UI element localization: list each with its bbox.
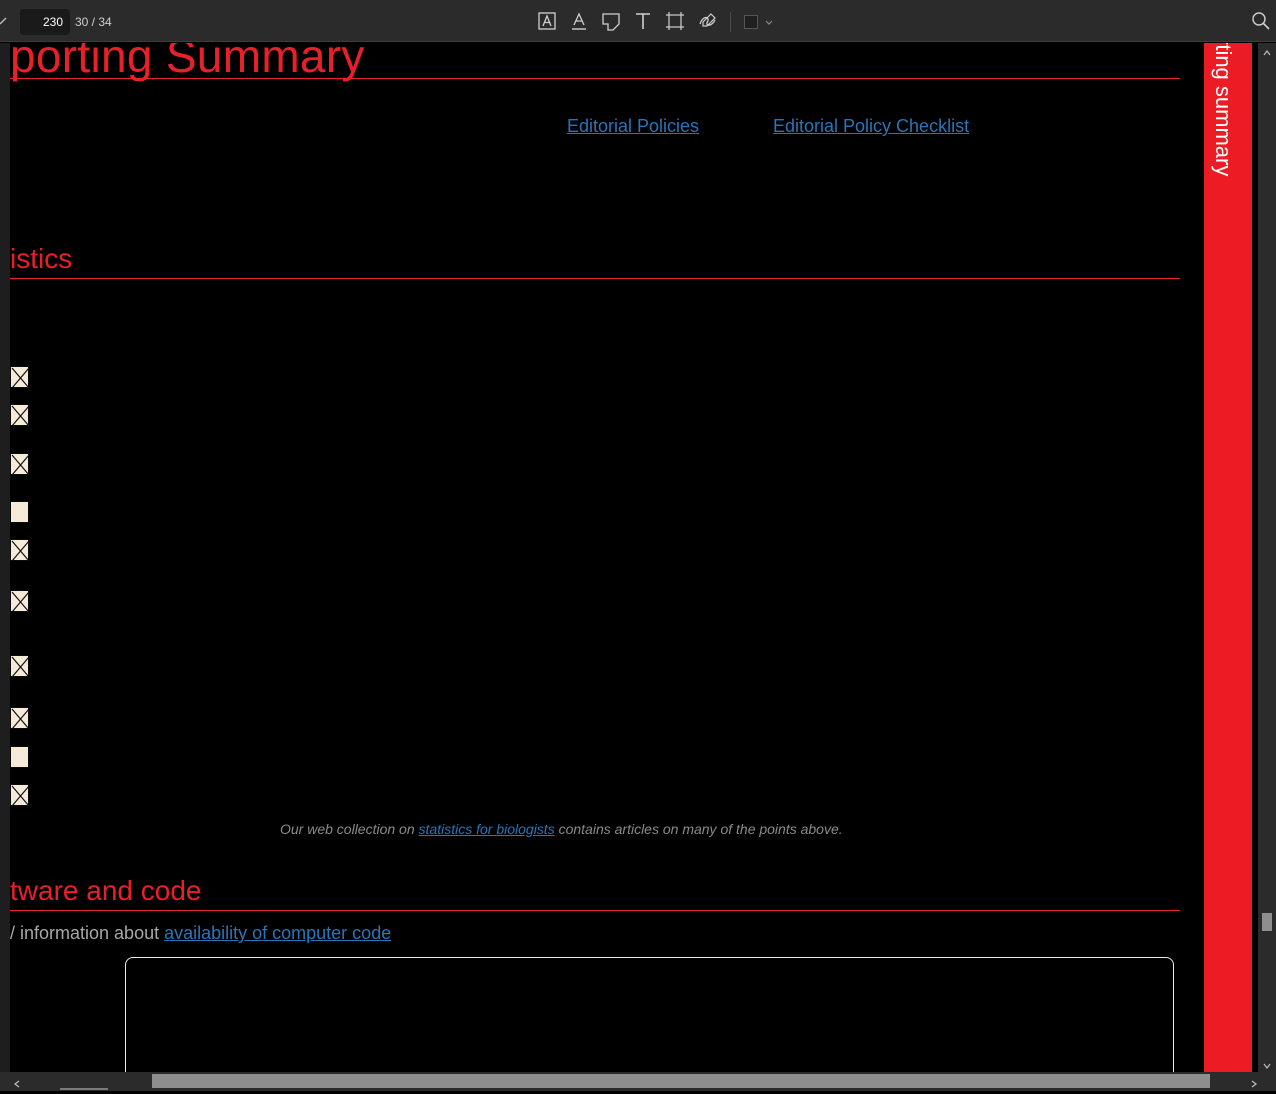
- editorial-policies-link[interactable]: Editorial Policies: [567, 116, 699, 137]
- sticky-note-icon[interactable]: [600, 10, 622, 32]
- vertical-scrollbar[interactable]: [1258, 43, 1276, 1072]
- text-underline-icon[interactable]: [568, 10, 590, 32]
- page-title: porting Summary: [10, 43, 365, 82]
- checkbox-x-icon: [11, 591, 30, 613]
- checkbox-x-icon: [11, 708, 30, 730]
- scroll-right-icon[interactable]: [1249, 1076, 1259, 1088]
- code-info: / information about availability of comp…: [10, 923, 391, 944]
- checkbox-x-icon: [11, 367, 30, 389]
- checkmark-icon[interactable]: [0, 12, 10, 28]
- horizontal-scroll-thumb[interactable]: [152, 1074, 1210, 1088]
- code-text-field[interactable]: [125, 957, 1174, 1072]
- software-rule: [10, 910, 1180, 911]
- editorial-checklist-link[interactable]: Editorial Policy Checklist: [773, 116, 969, 137]
- code-info-prefix: / information about: [10, 923, 165, 943]
- vertical-scroll-thumb[interactable]: [1262, 913, 1272, 931]
- checkbox[interactable]: [10, 655, 30, 678]
- left-panel-edge: [0, 43, 10, 1072]
- search-icon[interactable]: [1250, 10, 1272, 32]
- side-tab-label: rting summary: [1211, 43, 1236, 177]
- horizontal-scrollbar[interactable]: [0, 1072, 1276, 1091]
- text-tool-icon[interactable]: [632, 10, 654, 32]
- document-page: porting Summary Editorial Policies Edito…: [10, 43, 1204, 1072]
- checkbox[interactable]: [10, 539, 30, 562]
- note-suffix: contains articles on many of the points …: [554, 821, 843, 837]
- checkbox[interactable]: [10, 590, 30, 613]
- checkbox[interactable]: [10, 707, 30, 730]
- scroll-down-icon[interactable]: [1262, 1058, 1272, 1069]
- checkbox-x-icon: [11, 785, 30, 807]
- toolbar: 230 30 / 34: [0, 0, 1276, 42]
- page-count: 30 / 34: [75, 15, 112, 29]
- note-prefix: Our web collection on: [280, 821, 419, 837]
- scroll-indicator: [60, 1088, 108, 1090]
- checkbox[interactable]: [10, 404, 30, 427]
- checkbox[interactable]: [10, 784, 30, 807]
- checkbox-x-icon: [11, 454, 30, 476]
- statistics-for-biologists-link[interactable]: statistics for biologists: [419, 821, 555, 837]
- sign-icon[interactable]: [696, 10, 718, 32]
- checkbox[interactable]: [10, 366, 30, 389]
- checkbox[interactable]: [10, 746, 29, 768]
- color-swatch[interactable]: [744, 15, 758, 29]
- checkbox[interactable]: [10, 501, 29, 523]
- area-select-icon[interactable]: [664, 10, 686, 32]
- title-rule: [10, 78, 1180, 79]
- scroll-up-icon[interactable]: [1262, 45, 1272, 56]
- computer-code-link[interactable]: availability of computer code: [164, 923, 391, 943]
- checkbox-x-icon: [11, 540, 30, 562]
- checkbox-x-icon: [11, 656, 30, 678]
- statistics-heading: istics: [10, 243, 73, 274]
- text-box-icon[interactable]: [536, 10, 558, 32]
- checkbox-x-icon: [11, 405, 30, 427]
- chevron-down-icon[interactable]: [764, 15, 774, 25]
- side-tab: rting summary: [1204, 43, 1252, 1072]
- checkbox[interactable]: [10, 453, 30, 476]
- software-heading: tware and code: [10, 875, 202, 906]
- statistics-rule: [10, 278, 1180, 279]
- page-number-input[interactable]: 230: [20, 9, 70, 35]
- scroll-left-icon[interactable]: [12, 1076, 22, 1088]
- toolbar-separator: [730, 12, 731, 32]
- statistics-note: Our web collection on statistics for bio…: [280, 821, 843, 837]
